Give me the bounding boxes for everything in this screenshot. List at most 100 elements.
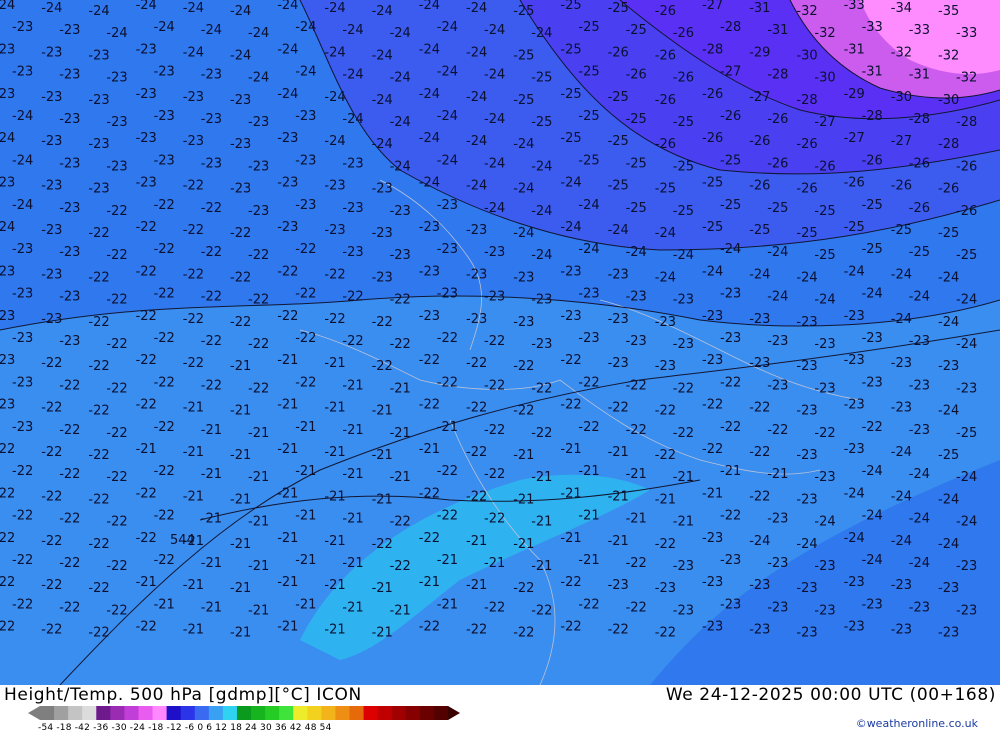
contour-label: -24: [324, 45, 345, 60]
contour-label: -21: [578, 553, 599, 568]
contour-label: -30: [891, 90, 912, 105]
contour-label: -23: [12, 242, 33, 257]
contour-label: -27: [891, 134, 912, 149]
contour-label: -22: [295, 242, 316, 257]
color-scale-cell: [363, 706, 379, 720]
contour-label: -24: [419, 0, 440, 13]
color-scale-cell: [96, 706, 111, 720]
contour-label: -22: [88, 315, 109, 330]
contour-label: -22: [608, 623, 629, 638]
contour-label: -24: [956, 470, 977, 485]
contour-label: -25: [513, 4, 534, 19]
contour-label: -24: [466, 179, 487, 194]
contour-label: -22: [513, 626, 534, 641]
contour-label: -25: [720, 198, 741, 213]
contour-label: -25: [673, 159, 694, 174]
contour-label: -24: [938, 315, 959, 330]
contour-label: -22: [154, 420, 175, 435]
contour-label: -22: [560, 398, 581, 413]
contour-label: -21: [248, 515, 269, 530]
contour-label: -24: [513, 182, 534, 197]
contour-label: -32: [814, 26, 835, 41]
contour-label: -26: [796, 182, 817, 197]
color-scale-cell: [110, 706, 125, 720]
contour-label: -28: [767, 68, 788, 83]
contour-label: -25: [578, 20, 599, 35]
contour-label: -23: [466, 312, 487, 327]
contour-label: -21: [531, 515, 552, 530]
contour-label: -25: [531, 115, 552, 130]
contour-label: -23: [608, 356, 629, 371]
contour-label: -23: [277, 220, 298, 235]
color-scale-labels: -54 -18 -42 -36 -30 -24 -18 -12 -6 0 6 1…: [38, 723, 332, 733]
contour-label: -24: [814, 515, 835, 530]
contour-label: -24: [342, 23, 363, 38]
contour-label: -23: [136, 131, 157, 146]
contour-label: -24: [154, 20, 175, 35]
contour-label: -23: [0, 398, 15, 413]
contour-label: -24: [419, 131, 440, 146]
contour-label: -22: [106, 204, 127, 219]
contour-label: -23: [230, 182, 251, 197]
contour-label: -24: [909, 556, 930, 571]
contour-label: -24: [749, 534, 770, 549]
contour-label: -24: [956, 337, 977, 352]
contour-label: -22: [59, 378, 80, 393]
contour-label: -23: [372, 182, 393, 197]
contour-label: -21: [578, 509, 599, 524]
contour-label: -23: [796, 404, 817, 419]
contour-label: -24: [466, 134, 487, 149]
contour-label: -23: [41, 312, 62, 327]
contour-label: -23: [484, 245, 505, 260]
contour-label: -21: [531, 559, 552, 574]
contour-label: -23: [88, 182, 109, 197]
contour-label: -22: [154, 553, 175, 568]
contour-label: -21: [372, 404, 393, 419]
contour-label: -22: [484, 512, 505, 527]
contour-label: -23: [814, 337, 835, 352]
contour-label: -22: [154, 198, 175, 213]
contour-label: -23: [248, 159, 269, 174]
contour-label: -23: [862, 597, 883, 612]
city-label: 544: [170, 533, 195, 548]
contour-label: -24: [749, 267, 770, 282]
contour-label: -21: [673, 515, 694, 530]
contour-label: -22: [419, 620, 440, 635]
contour-label: -23: [720, 553, 741, 568]
contour-label: -22: [419, 353, 440, 368]
contour-label: -23: [12, 331, 33, 346]
contour-label: -23: [419, 309, 440, 324]
contour-label: -24: [655, 226, 676, 241]
credit-link[interactable]: ©weatheronline.co.uk: [856, 717, 978, 730]
contour-label: -22: [626, 378, 647, 393]
contour-label: -23: [938, 626, 959, 641]
contour-label: -24: [608, 223, 629, 238]
contour-label: -24: [342, 68, 363, 83]
contour-label: -22: [136, 531, 157, 546]
contour-label: -21: [437, 597, 458, 612]
contour-label: -23: [248, 115, 269, 130]
contour-label: -23: [136, 87, 157, 102]
contour-label: -22: [248, 381, 269, 396]
contour-label: -22: [154, 242, 175, 257]
contour-label: -23: [891, 623, 912, 638]
contour-label: -22: [0, 442, 15, 457]
contour-label: -24: [372, 48, 393, 63]
contour-label: -23: [702, 353, 723, 368]
contour-label: -23: [136, 42, 157, 57]
contour-label: -23: [0, 309, 15, 324]
contour-label: -23: [626, 290, 647, 305]
contour-label: -22: [626, 423, 647, 438]
contour-label: -23: [796, 581, 817, 596]
contour-label: -22: [419, 486, 440, 501]
contour-label: -23: [295, 109, 316, 124]
contour-label: -26: [720, 109, 741, 124]
contour-label: -22: [484, 600, 505, 615]
contour-label: -21: [419, 442, 440, 457]
contour-label: -23: [12, 420, 33, 435]
color-scale-cell: [54, 706, 69, 720]
contour-label: -23: [59, 290, 80, 305]
contour-label: -23: [891, 401, 912, 416]
contour-label: -22: [136, 398, 157, 413]
contour-label: -21: [248, 426, 269, 441]
